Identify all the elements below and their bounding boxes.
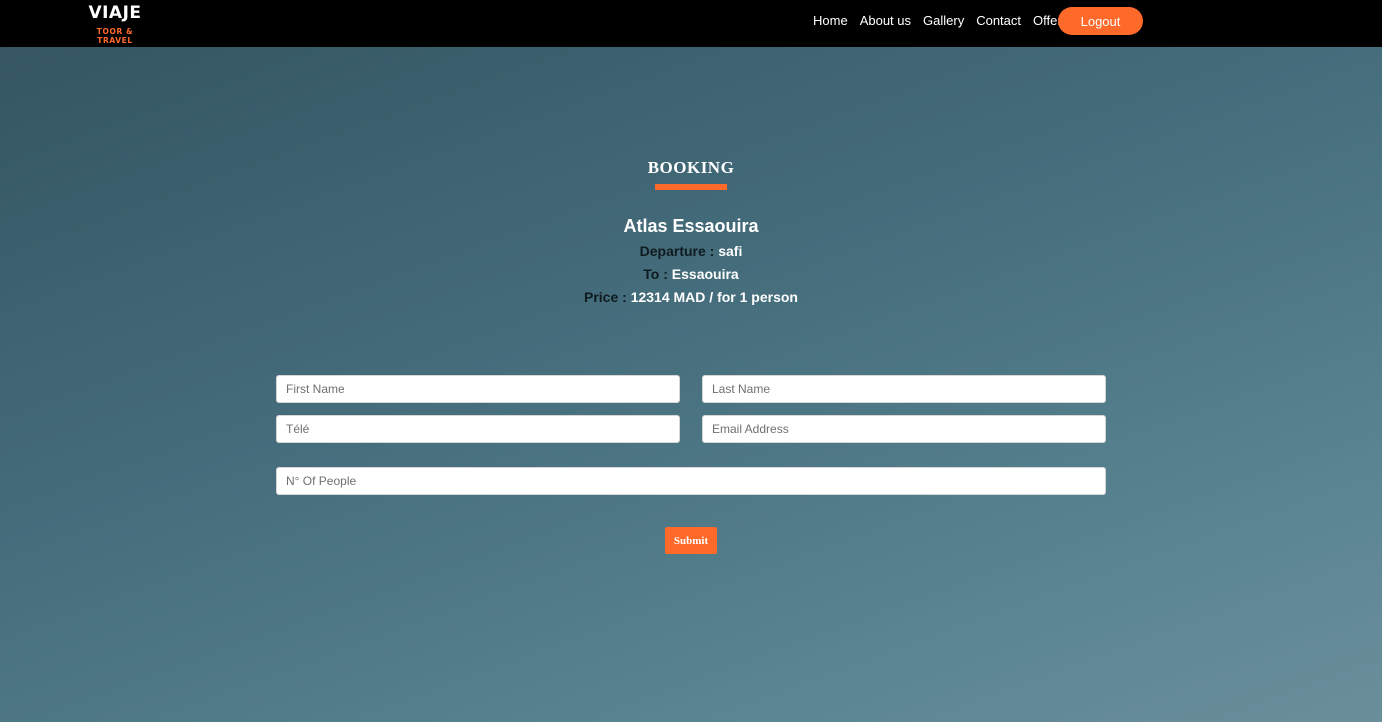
first-name-input[interactable] [276,375,680,403]
title-underline [655,184,727,190]
price-line: Price : 12314 MAD / for 1 person [0,289,1382,305]
submit-button[interactable]: Submit [665,527,717,554]
price-value: 12314 MAD / for 1 person [630,289,798,305]
phone-input[interactable] [276,415,680,443]
brand-logo[interactable]: VIAJE TOOR & TRAVEL [80,3,150,45]
nav-link-gallery[interactable]: Gallery [923,13,964,29]
email-input[interactable] [702,415,1106,443]
departure-line: Departure : safi [0,243,1382,259]
destination-line: To : Essaouira [0,266,1382,282]
last-name-input[interactable] [702,375,1106,403]
nav-link-about[interactable]: About us [860,13,911,29]
people-count-input[interactable] [276,467,1106,495]
nav-link-home[interactable]: Home [813,13,848,29]
price-label: Price : [584,289,631,305]
nav-links: Home About us Gallery Contact Offers [813,13,1068,29]
departure-value: safi [718,243,743,259]
navbar: VIAJE TOOR & TRAVEL Home About us Galler… [0,0,1382,47]
departure-label: Departure : [639,243,719,259]
destination-value: Essaouira [671,266,739,282]
trip-name: Atlas Essaouira [623,216,759,236]
brand-name: VIAJE [88,3,142,23]
nav-link-contact[interactable]: Contact [976,13,1021,29]
page-title: BOOKING [647,158,735,177]
logout-button[interactable]: Logout [1058,7,1143,35]
destination-label: To : [643,266,672,282]
brand-tagline: TOOR & TRAVEL [96,27,134,45]
